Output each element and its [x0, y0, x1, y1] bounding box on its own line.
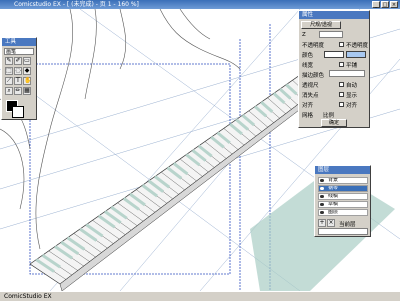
prop-label: 对齐 — [302, 103, 314, 109]
prop-label: 网格 — [302, 113, 314, 119]
new-layer-icon[interactable]: + — [318, 219, 326, 227]
brush-icon[interactable]: ✐ — [14, 57, 22, 65]
prop-label: 描边颜色 — [302, 73, 325, 79]
eye-icon[interactable] — [320, 211, 324, 214]
ok-button[interactable]: 确定 — [321, 119, 347, 127]
prop-check-label: 不透明度 — [346, 43, 369, 49]
pen-icon[interactable]: ✎ — [5, 57, 13, 65]
properties-panel: 属性 尺规/透视 Z 不透明度 不透明度 颜色 线宽 平铺 描边颜色 透视尺 自… — [298, 10, 370, 128]
prop-check-label: 自动 — [346, 83, 358, 89]
prop-label: 线宽 — [302, 63, 314, 69]
color-swatch[interactable] — [324, 51, 344, 58]
properties-tab[interactable]: 尺规/透视 — [301, 21, 341, 29]
window-controls: _ □ × — [372, 1, 398, 8]
pencil-icon[interactable]: ✏ — [14, 87, 22, 95]
app-titlebar: Comicstudio EX - [ (未完成) - 页 1 - 160 %] … — [0, 0, 400, 9]
ruler-icon[interactable]: ⟋ — [5, 77, 13, 85]
layers-footer-label: 当前层 — [339, 222, 356, 228]
prop-label: Z — [302, 32, 306, 38]
layer-item[interactable]: 图层 — [318, 209, 368, 216]
properties-panel-title[interactable]: 属性 — [299, 11, 369, 19]
prop-check-label: 对齐 — [346, 103, 358, 109]
prop-check-label: 平铺 — [346, 63, 358, 69]
layer-item[interactable]: 背景 — [318, 177, 368, 184]
eraser-icon[interactable]: ▭ — [23, 57, 31, 65]
prop-checkbox[interactable] — [339, 102, 344, 107]
prop-label: 透视尺 — [302, 83, 319, 89]
tone-icon[interactable]: ▦ — [23, 87, 31, 95]
layer-item[interactable]: 线稿 — [318, 193, 368, 200]
maximize-button[interactable]: □ — [381, 1, 389, 8]
layers-panel-title[interactable]: 图层 — [315, 166, 370, 174]
color-swatch-alt[interactable] — [346, 51, 366, 58]
layers-panel: 图层 背景 钢琴 线稿 草稿 图层 + × 当前层 — [314, 165, 371, 237]
prop-checkbox[interactable] — [339, 82, 344, 87]
lasso-icon[interactable]: ◌ — [14, 67, 22, 75]
eye-icon[interactable] — [320, 187, 324, 190]
prop-input[interactable] — [329, 70, 365, 77]
layer-opacity-field[interactable] — [318, 228, 368, 235]
background-color-swatch[interactable] — [12, 106, 24, 118]
prop-checkbox[interactable] — [339, 62, 344, 67]
minimize-button[interactable]: _ — [372, 1, 380, 8]
prop-check-label: 显示 — [346, 93, 358, 99]
eye-icon[interactable] — [320, 203, 324, 206]
select-icon[interactable]: ⬚ — [5, 67, 13, 75]
zoom-icon[interactable]: ⌕ — [5, 87, 13, 95]
eye-icon[interactable] — [320, 195, 324, 198]
tool-name-field[interactable]: 画笔 — [4, 48, 34, 55]
close-button[interactable]: × — [390, 1, 398, 8]
prop-label: 不透明度 — [302, 43, 325, 49]
layer-item[interactable]: 草稿 — [318, 201, 368, 208]
text-icon[interactable]: T — [14, 77, 22, 85]
tool-panel-title[interactable]: 工具 — [2, 38, 36, 46]
layer-item-selected[interactable]: 钢琴 — [318, 185, 368, 192]
hand-icon[interactable]: ✋ — [23, 77, 31, 85]
delete-layer-icon[interactable]: × — [327, 219, 335, 227]
app-title: Comicstudio EX - [ (未完成) - 页 1 - 160 %] — [14, 1, 139, 8]
prop-checkbox[interactable] — [339, 92, 344, 97]
prop-label: 消失点 — [302, 93, 319, 99]
prop-input[interactable] — [319, 31, 343, 38]
prop-checkbox[interactable] — [339, 42, 344, 47]
prop-label: 颜色 — [302, 53, 314, 59]
tool-panel: 工具 画笔 ✎ ✐ ▭ ⬚ ◌ ◆ ⟋ T ✋ ⌕ ✏ ▦ — [1, 37, 37, 120]
eye-icon[interactable] — [320, 179, 324, 182]
fill-icon[interactable]: ◆ — [23, 67, 31, 75]
prop-label: 比例 — [323, 113, 335, 119]
status-text: ComicStudio EX — [4, 293, 52, 300]
